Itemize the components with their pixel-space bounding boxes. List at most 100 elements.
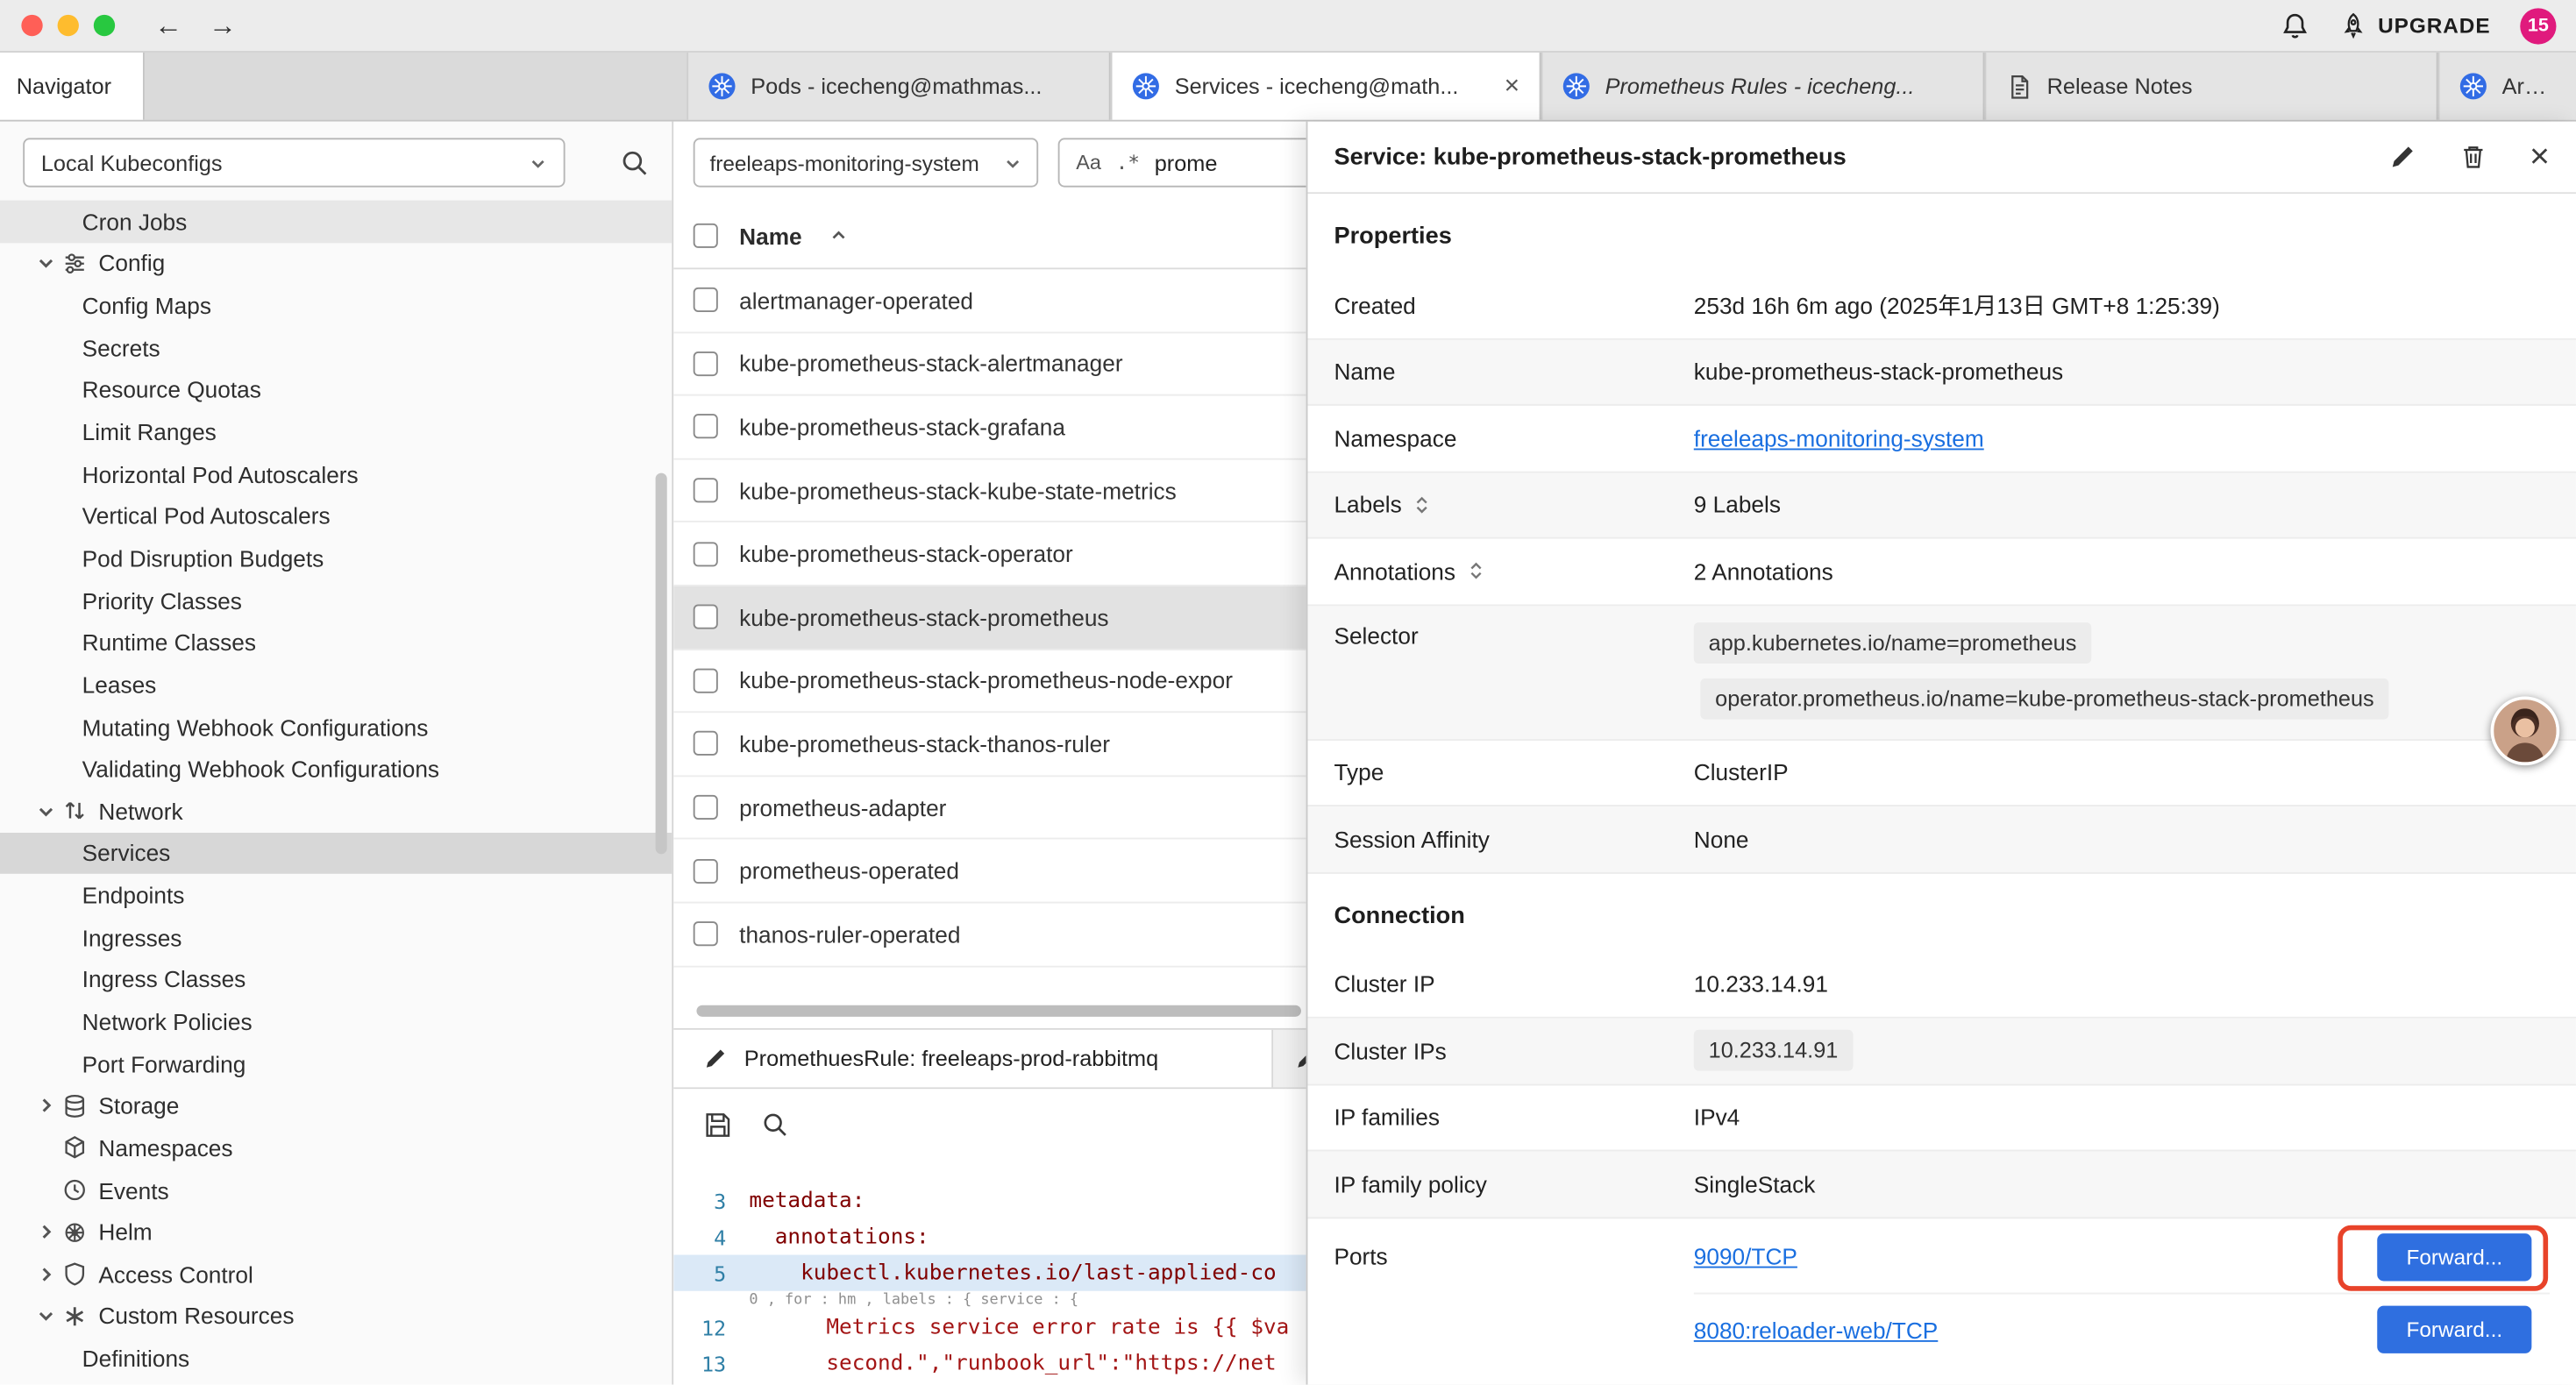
match-case-toggle[interactable]: Aa bbox=[1076, 151, 1101, 174]
notifications-bell-icon[interactable] bbox=[2281, 11, 2311, 40]
save-icon[interactable] bbox=[703, 1110, 733, 1140]
sidebar-item-ingresses[interactable]: Ingresses bbox=[0, 916, 672, 958]
sidebar-item-pod-disruption-budgets[interactable]: Pod Disruption Budgets bbox=[0, 537, 672, 579]
chevron-right-icon[interactable] bbox=[36, 1264, 62, 1283]
sidebar-item-vertical-pod-autoscalers[interactable]: Vertical Pod Autoscalers bbox=[0, 495, 672, 537]
row-checkbox[interactable] bbox=[694, 415, 718, 439]
row-checkbox[interactable] bbox=[694, 478, 718, 502]
sidebar-item-definitions[interactable]: Definitions bbox=[0, 1338, 672, 1380]
horizontal-scrollbar[interactable] bbox=[696, 1005, 1301, 1017]
sidebar-item-leases[interactable]: Leases bbox=[0, 664, 672, 706]
forward-button[interactable]: → bbox=[209, 9, 237, 41]
select-all-checkbox[interactable] bbox=[694, 224, 718, 248]
expand-collapse-icon[interactable] bbox=[1413, 494, 1432, 515]
edit-pencil-icon[interactable] bbox=[2388, 143, 2416, 171]
chevron-right-icon[interactable] bbox=[36, 1222, 62, 1241]
kubeconfig-selector[interactable]: Local Kubeconfigs bbox=[23, 138, 565, 187]
tab-prometheus-rules[interactable]: Prometheus Rules - icecheng... bbox=[1541, 53, 1985, 120]
chevron-right-icon[interactable] bbox=[36, 1096, 62, 1115]
name-column-header[interactable]: Name bbox=[739, 223, 801, 249]
forward-button[interactable]: Forward... bbox=[2377, 1305, 2531, 1353]
sidebar-item-runtime-classes[interactable]: Runtime Classes bbox=[0, 621, 672, 664]
sidebar-item-mutating-webhook-configurations[interactable]: Mutating Webhook Configurations bbox=[0, 706, 672, 748]
tab-release-notes[interactable]: Release Notes bbox=[1984, 53, 2437, 120]
service-row[interactable]: kube-prometheus-stack-alertmanager bbox=[673, 333, 1306, 396]
search-input[interactable] bbox=[1155, 150, 1306, 174]
service-row[interactable]: prometheus-adapter bbox=[673, 777, 1306, 840]
sort-ascending-icon[interactable] bbox=[829, 227, 848, 245]
chevron-down-icon[interactable] bbox=[36, 801, 62, 820]
close-window-button[interactable] bbox=[21, 15, 42, 36]
delete-trash-icon[interactable] bbox=[2459, 143, 2487, 171]
service-row[interactable]: thanos-ruler-operated bbox=[673, 903, 1306, 966]
forward-button[interactable]: Forward... bbox=[2377, 1232, 2531, 1280]
row-checkbox[interactable] bbox=[694, 352, 718, 376]
editor-tab-prometheusrule[interactable]: PromethuesRule: freeleaps-prod-rabbitmq bbox=[673, 1030, 1273, 1088]
sidebar-item-endpoints[interactable]: Endpoints bbox=[0, 874, 672, 916]
sidebar-item-config-maps[interactable]: Config Maps bbox=[0, 285, 672, 327]
service-row[interactable]: kube-prometheus-stack-prometheus-node-ex… bbox=[673, 650, 1306, 713]
list-search-box[interactable]: Aa .* bbox=[1058, 138, 1306, 187]
user-avatar[interactable] bbox=[2491, 696, 2560, 765]
notification-count-badge[interactable]: 15 bbox=[2520, 7, 2556, 43]
sidebar-item-helm[interactable]: Helm bbox=[0, 1211, 672, 1254]
chevron-down-icon[interactable] bbox=[36, 1306, 62, 1325]
service-row[interactable]: kube-prometheus-stack-grafana bbox=[673, 396, 1306, 459]
namespace-filter-select[interactable]: freeleaps-monitoring-system bbox=[694, 138, 1038, 187]
sidebar-item-config[interactable]: Config bbox=[0, 243, 672, 285]
service-row[interactable]: alertmanager-operated bbox=[673, 269, 1306, 332]
service-row-selected[interactable]: kube-prometheus-stack-prometheus bbox=[673, 586, 1306, 650]
sidebar-item-custom-resources[interactable]: Custom Resources bbox=[0, 1296, 672, 1338]
sidebar-item-namespaces[interactable]: Namespaces bbox=[0, 1127, 672, 1169]
property-label: Annotations bbox=[1334, 558, 1455, 585]
service-row[interactable]: prometheus-operated bbox=[673, 840, 1306, 903]
chevron-down-icon[interactable] bbox=[36, 253, 62, 273]
back-button[interactable]: ← bbox=[154, 9, 182, 41]
tab-services[interactable]: Services - icecheng@math... × bbox=[1111, 53, 1541, 120]
sidebar-item-resource-quotas[interactable]: Resource Quotas bbox=[0, 369, 672, 411]
port-link[interactable]: 9090/TCP bbox=[1694, 1243, 1797, 1269]
sidebar-item-validating-webhook-configurations[interactable]: Validating Webhook Configurations bbox=[0, 748, 672, 790]
sidebar-item-priority-classes[interactable]: Priority Classes bbox=[0, 579, 672, 621]
navigator-panel-tab[interactable]: Navigator bbox=[0, 53, 145, 120]
sidebar-item-services[interactable]: Services bbox=[0, 832, 672, 874]
sidebar-item-horizontal-pod-autoscalers[interactable]: Horizontal Pod Autoscalers bbox=[0, 453, 672, 495]
service-row[interactable]: kube-prometheus-stack-operator bbox=[673, 523, 1306, 586]
sidebar-item-limit-ranges[interactable]: Limit Ranges bbox=[0, 411, 672, 453]
port-link[interactable]: 8080:reloader-web/TCP bbox=[1694, 1317, 1939, 1343]
regex-toggle[interactable]: .* bbox=[1116, 151, 1140, 174]
row-checkbox[interactable] bbox=[694, 605, 718, 629]
service-row[interactable]: kube-prometheus-stack-kube-state-metrics bbox=[673, 459, 1306, 522]
minimize-window-button[interactable] bbox=[58, 15, 79, 36]
namespace-link[interactable]: freeleaps-monitoring-system bbox=[1694, 425, 1984, 451]
sidebar-item-port-forwarding[interactable]: Port Forwarding bbox=[0, 1042, 672, 1084]
close-icon[interactable]: × bbox=[2530, 139, 2550, 174]
sidebar-item-network-policies[interactable]: Network Policies bbox=[0, 1000, 672, 1042]
service-row[interactable]: kube-prometheus-stack-thanos-ruler bbox=[673, 713, 1306, 776]
row-checkbox[interactable] bbox=[694, 542, 718, 566]
tab-argo[interactable]: Argo Se bbox=[2438, 53, 2576, 120]
tab-pods[interactable]: Pods - icecheng@mathmas... bbox=[687, 53, 1110, 120]
expand-collapse-icon[interactable] bbox=[1467, 560, 1485, 581]
row-checkbox[interactable] bbox=[694, 288, 718, 312]
sidebar-item-access-control[interactable]: Access Control bbox=[0, 1254, 672, 1296]
sidebar-item-ingress-classes[interactable]: Ingress Classes bbox=[0, 958, 672, 1000]
yaml-editor[interactable]: 3metadata: 4 annotations: 5 kubectl.kube… bbox=[673, 1160, 1306, 1385]
sidebar-scrollbar[interactable] bbox=[656, 473, 667, 855]
row-checkbox[interactable] bbox=[694, 922, 718, 947]
sidebar-item-cron-jobs[interactable]: Cron Jobs bbox=[0, 201, 672, 243]
sidebar-item-network[interactable]: Network bbox=[0, 790, 672, 832]
upgrade-button[interactable]: UPGRADE bbox=[2340, 11, 2490, 39]
row-checkbox[interactable] bbox=[694, 668, 718, 692]
row-checkbox[interactable] bbox=[694, 858, 718, 883]
sidebar-item-storage[interactable]: Storage bbox=[0, 1084, 672, 1126]
sidebar-item-secrets[interactable]: Secrets bbox=[0, 327, 672, 369]
tab-close-icon[interactable]: × bbox=[1505, 73, 1520, 99]
maximize-window-button[interactable] bbox=[94, 15, 115, 36]
row-checkbox[interactable] bbox=[694, 795, 718, 820]
editor-search-icon[interactable] bbox=[761, 1111, 789, 1139]
row-checkbox[interactable] bbox=[694, 732, 718, 756]
sidebar-search-icon[interactable] bbox=[619, 148, 649, 178]
sidebar-item-events[interactable]: Events bbox=[0, 1169, 672, 1211]
editor-tab-next[interactable] bbox=[1273, 1030, 1306, 1088]
